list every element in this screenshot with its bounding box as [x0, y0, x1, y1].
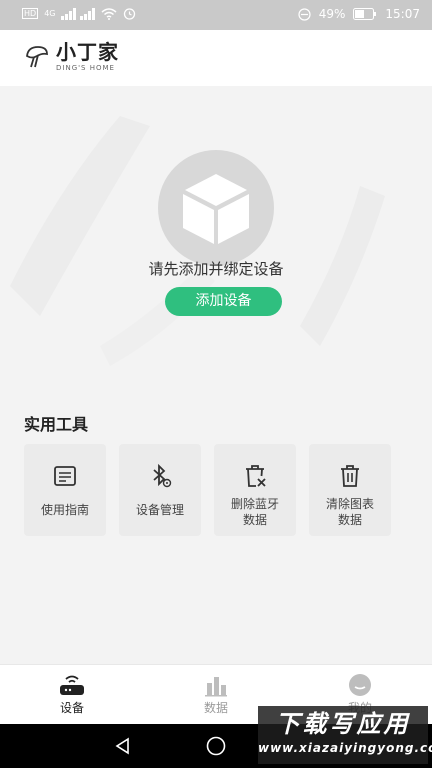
bar-chart-icon	[205, 677, 227, 697]
mushroom-logo-icon	[26, 46, 48, 68]
status-left: HD 4G	[22, 7, 136, 20]
tools-section-title: 实用工具	[24, 415, 89, 434]
tab-device[interactable]: 设备	[0, 665, 144, 725]
add-device-button[interactable]: 添加设备	[165, 287, 282, 316]
bluetooth-settings-icon	[153, 463, 172, 488]
app-title: 小丁家	[56, 40, 119, 64]
router-icon	[60, 675, 84, 695]
network-tag: 4G	[44, 9, 56, 18]
box-icon	[183, 174, 249, 244]
watermark-title: 下载写应用	[275, 710, 411, 738]
tool-label-delete-bluetooth: 删除蓝牙 数据	[230, 497, 279, 527]
empty-state-message: 请先添加并绑定设备	[148, 260, 284, 278]
tool-label-guide: 使用指南	[40, 503, 89, 517]
tool-label-clear-chart: 清除图表 数据	[325, 497, 374, 527]
status-right: 49% 15:07	[298, 7, 420, 21]
tool-label-device-manage: 设备管理	[135, 503, 184, 517]
signal-icon	[61, 7, 96, 20]
trash-icon	[341, 465, 359, 487]
hd-tag: HD	[22, 8, 39, 19]
tool-card-guide[interactable]: 使用指南	[24, 444, 106, 536]
logo-text: 小丁家 DING'S HOME	[56, 42, 119, 72]
clock: 15:07	[385, 7, 420, 21]
status-bar: HD 4G 49% 15:07	[0, 0, 432, 30]
vibrate-icon	[298, 7, 311, 21]
battery-icon	[353, 8, 377, 20]
watermark-url: www.xiazaiyingyong.com	[258, 741, 432, 755]
app-subtitle: DING'S HOME	[56, 64, 115, 72]
guide-icon	[54, 466, 76, 486]
tool-card-clear-chart[interactable]: 清除图表 数据	[309, 444, 391, 536]
app-logo: 小丁家 DING'S HOME	[24, 42, 119, 72]
empty-device-illustration	[158, 150, 274, 266]
back-icon[interactable]	[113, 736, 133, 756]
app-header: 小丁家 DING'S HOME	[0, 30, 432, 86]
delete-bluetooth-icon	[246, 465, 266, 487]
tab-label-device: 设备	[59, 701, 84, 715]
battery-percent: 49%	[318, 7, 346, 21]
home-icon[interactable]	[205, 735, 227, 757]
tool-card-device-manage[interactable]: 设备管理	[119, 444, 201, 536]
alarm-icon	[124, 8, 136, 20]
wifi-icon	[101, 7, 117, 20]
watermark: 下载写应用 www.xiazaiyingyong.com	[258, 706, 432, 764]
profile-icon	[349, 674, 371, 696]
tool-card-delete-bluetooth[interactable]: 删除蓝牙 数据	[214, 444, 296, 536]
